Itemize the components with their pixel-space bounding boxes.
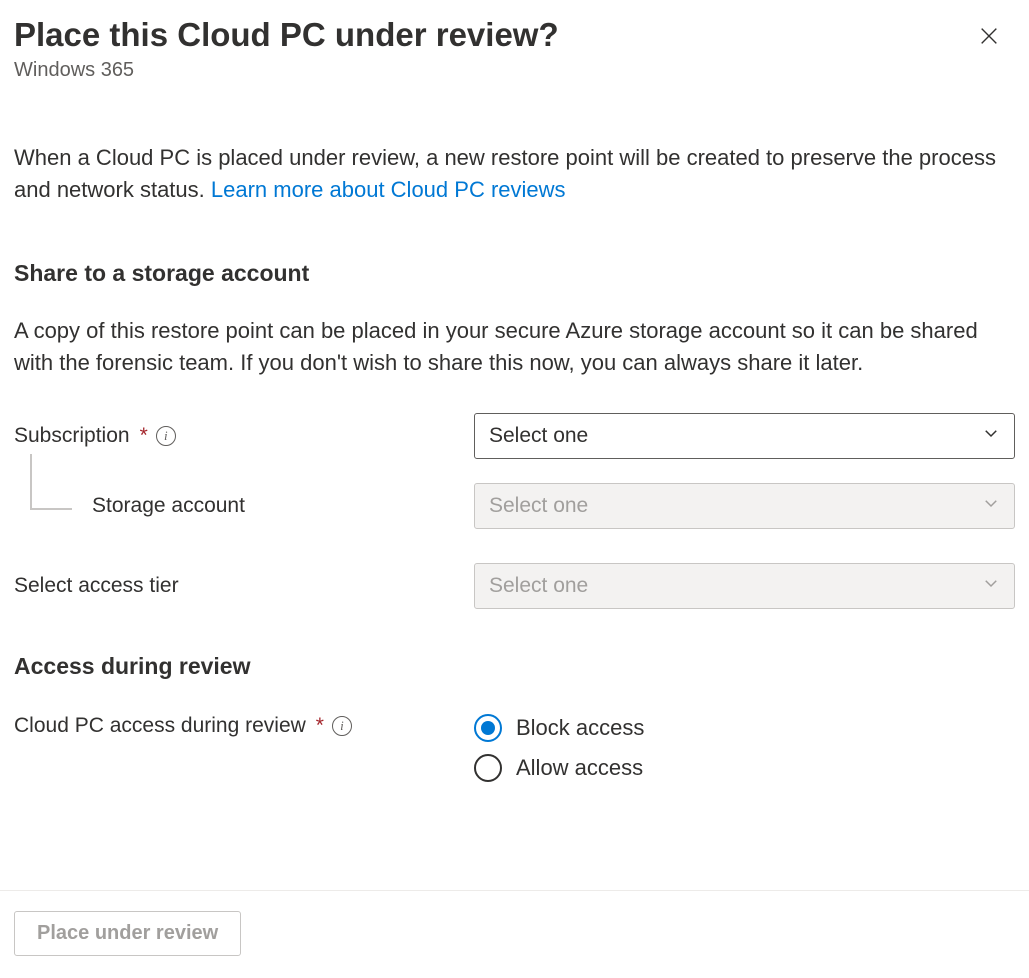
storage-section-description: A copy of this restore point can be plac… (14, 315, 1015, 379)
subscription-label: Subscription * i (14, 424, 474, 448)
radio-allow-access-label: Allow access (516, 755, 643, 781)
radio-block-access-label: Block access (516, 715, 644, 741)
panel-subtitle: Windows 365 (14, 59, 559, 82)
access-tier-label-text: Select access tier (14, 574, 179, 598)
storage-account-label-text: Storage account (92, 494, 245, 518)
access-label-text: Cloud PC access during review (14, 714, 306, 738)
access-tier-select-placeholder: Select one (489, 574, 588, 598)
chevron-down-icon (982, 494, 1000, 518)
close-button[interactable] (971, 20, 1007, 56)
storage-account-select-placeholder: Select one (489, 494, 588, 518)
chevron-down-icon (982, 574, 1000, 598)
tree-connector-icon (30, 454, 72, 510)
required-asterisk: * (316, 714, 324, 738)
close-icon (978, 25, 1000, 52)
info-icon[interactable]: i (156, 426, 176, 446)
radio-block-access[interactable]: Block access (474, 714, 644, 742)
access-during-review-label: Cloud PC access during review * i (14, 714, 474, 738)
panel-title: Place this Cloud PC under review? (14, 14, 559, 55)
storage-account-select: Select one (474, 483, 1015, 529)
info-icon[interactable]: i (332, 716, 352, 736)
radio-button-icon (474, 714, 502, 742)
place-under-review-button[interactable]: Place under review (14, 911, 241, 956)
learn-more-link[interactable]: Learn more about Cloud PC reviews (211, 177, 566, 202)
chevron-down-icon (982, 424, 1000, 448)
access-tier-label: Select access tier (14, 574, 474, 598)
subscription-label-text: Subscription (14, 424, 130, 448)
radio-allow-access[interactable]: Allow access (474, 754, 644, 782)
access-section-heading: Access during review (14, 653, 1015, 680)
storage-account-label: Storage account (14, 494, 474, 518)
required-asterisk: * (140, 424, 148, 448)
subscription-select[interactable]: Select one (474, 413, 1015, 459)
radio-button-icon (474, 754, 502, 782)
intro-paragraph: When a Cloud PC is placed under review, … (14, 142, 1015, 206)
subscription-select-placeholder: Select one (489, 424, 588, 448)
access-tier-select: Select one (474, 563, 1015, 609)
storage-section-heading: Share to a storage account (14, 260, 1015, 287)
